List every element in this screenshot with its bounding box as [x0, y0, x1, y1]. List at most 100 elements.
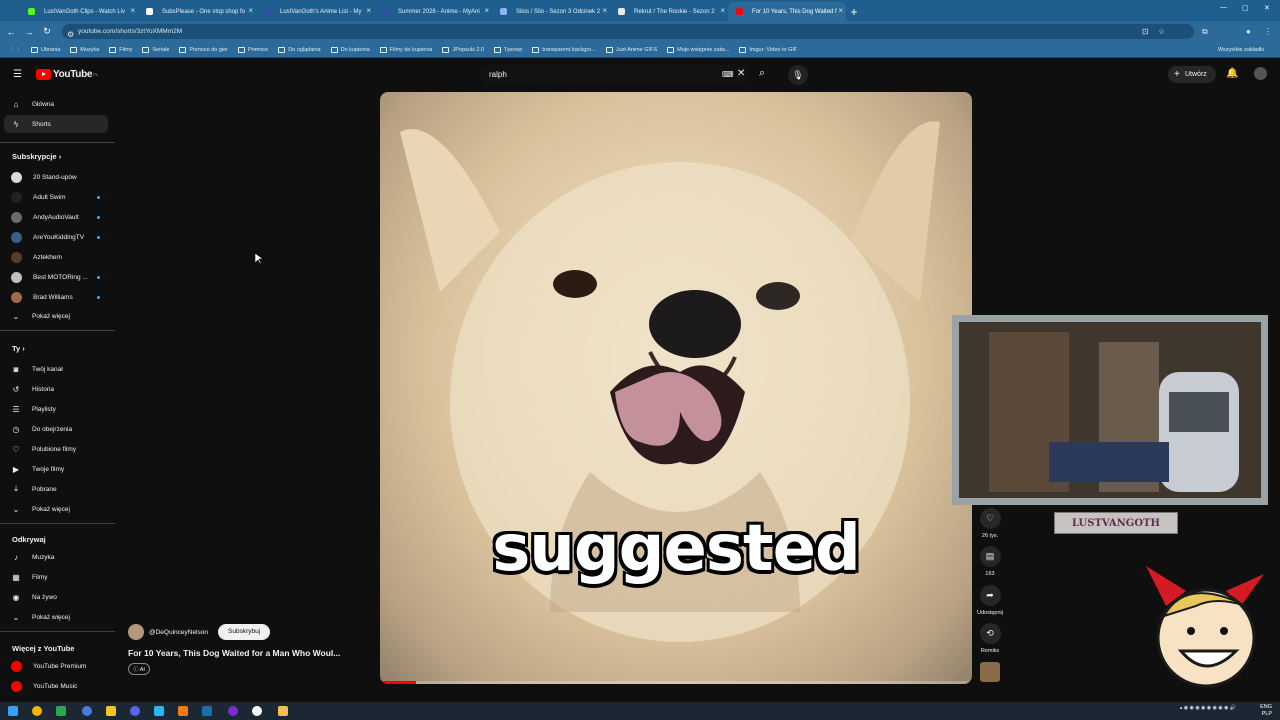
close-tab-icon[interactable]: × — [838, 6, 843, 15]
browser-tab[interactable]: Rekrut / The Rookie - Sezon 2 × — [610, 2, 728, 21]
sound-thumbnail[interactable] — [980, 662, 1000, 682]
all-bookmarks[interactable]: Wszystkie zakładki — [1218, 47, 1264, 53]
app-icon[interactable] — [228, 706, 238, 716]
bookmark-item[interactable]: Filmy do kupienia — [379, 46, 432, 53]
reload-icon[interactable]: ↻ — [40, 26, 54, 37]
app-icon[interactable] — [56, 706, 66, 716]
bookmark-item[interactable]: Do oglądania — [278, 46, 321, 53]
subscription-item[interactable]: AreYouKiddingTV — [4, 228, 108, 246]
profile-icon[interactable]: ● — [1246, 27, 1251, 36]
youtube-logo[interactable]: YouTube PL — [36, 69, 98, 80]
back-icon[interactable]: ← — [4, 27, 18, 37]
browser-tab[interactable]: Summer 2026 - Anime - MyAni × — [374, 2, 492, 21]
subscribe-button[interactable]: Subskrybuj — [218, 624, 271, 640]
close-tab-icon[interactable]: × — [366, 6, 371, 15]
show-more-button[interactable]: ⌄ Pokaż więcej — [4, 608, 108, 626]
channel-avatar[interactable] — [128, 624, 144, 640]
bookmark-item[interactable]: Just Anime GIFS — [605, 46, 657, 53]
app-icon[interactable] — [82, 706, 92, 716]
subscription-item[interactable]: Aztekhem — [4, 248, 108, 266]
subscription-item[interactable]: Best MOTORing ... — [4, 268, 108, 286]
subscription-item[interactable]: Adult Swim — [4, 188, 108, 206]
subscriptions-header[interactable]: Subskrypcje › — [12, 152, 61, 161]
youtube-app-item[interactable]: YouTube Music — [4, 677, 108, 695]
subscription-item[interactable]: 20 Stand-upów — [4, 168, 108, 186]
show-more-button[interactable]: ⌄ Pokaż więcej — [4, 500, 108, 518]
share-icon[interactable]: ➦ — [979, 585, 1001, 606]
youtube-app-item[interactable]: YouTube Premium — [4, 657, 108, 675]
comment-icon[interactable]: ▤ — [979, 546, 1001, 567]
sidebar-item[interactable]: ↺ Historia — [4, 380, 108, 398]
video-progress-bar[interactable] — [380, 681, 972, 684]
action-comment[interactable]: ▤ 163 — [977, 546, 1003, 577]
browser-tab[interactable]: For 10 Years, This Dog Waited f × — [728, 2, 846, 21]
sidebar-item[interactable]: ☰ Playlisty — [4, 400, 108, 418]
discord-icon[interactable] — [130, 706, 140, 716]
bookmark-item[interactable]: Imgur: Video to GIF — [739, 46, 797, 53]
account-avatar[interactable] — [1254, 67, 1267, 80]
system-tray[interactable]: ▴ ◉ ◉ ◉ ◉ ◉ ◉ ◉ ◉ 🔊 — [1180, 705, 1236, 711]
bookmark-item[interactable]: Filmy — [109, 46, 132, 53]
shorts-video-player[interactable]: suggested — [380, 92, 972, 684]
maximize-icon[interactable]: ▢ — [1242, 4, 1249, 12]
bookmark-star-icon[interactable]: ☆ — [1158, 27, 1165, 36]
bookmark-item[interactable]: Pomoce do gier — [179, 46, 228, 53]
sidebar-item[interactable]: ϟ Shorts — [4, 115, 108, 133]
you-header[interactable]: Ty › — [12, 344, 25, 353]
sidebar-item[interactable]: ♡ Polubione filmy — [4, 440, 108, 458]
bookmark-item[interactable]: transparent backgro... — [532, 46, 596, 53]
keyboard-icon[interactable]: ⌨ — [722, 70, 734, 79]
close-tab-icon[interactable]: × — [602, 6, 607, 15]
create-button[interactable]: + Utwórz — [1168, 66, 1216, 83]
subscription-item[interactable]: Brad Williams — [4, 288, 108, 306]
bookmark-item[interactable]: Seriale — [142, 46, 169, 53]
close-tab-icon[interactable]: × — [248, 6, 253, 15]
bookmark-item[interactable]: Ubrania — [31, 46, 60, 53]
close-tab-icon[interactable]: × — [720, 6, 725, 15]
start-icon[interactable] — [8, 706, 18, 716]
browser-tab[interactable]: LustVanGoth Clips - Watch Liv × — [20, 2, 138, 21]
notifications-bell-icon[interactable]: 🔔 — [1226, 68, 1238, 79]
sidebar-item[interactable]: ♪ Muzyka — [4, 548, 108, 566]
app-icon[interactable] — [154, 706, 164, 716]
steam-icon[interactable] — [202, 706, 212, 716]
browser-tab[interactable]: LustVanGoth's Anime List - My × — [256, 2, 374, 21]
sidebar-item[interactable]: ▶ Twoje filmy — [4, 460, 108, 478]
folder-icon[interactable] — [278, 706, 288, 716]
close-tab-icon[interactable]: × — [484, 6, 489, 15]
sidebar-item[interactable]: ▦ Filmy — [4, 568, 108, 586]
site-info-icon[interactable]: ⚙ — [67, 27, 74, 42]
chrome-icon[interactable] — [32, 706, 42, 716]
short-title[interactable]: For 10 Years, This Dog Waited for a Man … — [128, 648, 368, 658]
action-remix[interactable]: ⟲ Remiks — [977, 623, 1003, 654]
obs-icon[interactable] — [252, 706, 262, 716]
ai-badge[interactable]: ⓘ AI — [128, 663, 150, 675]
bookmark-item[interactable]: Muzyka — [70, 46, 99, 53]
microphone-icon[interactable]: 🎙 — [788, 65, 808, 85]
input-language[interactable]: ENG PLP — [1260, 704, 1272, 718]
new-tab-button[interactable]: + — [846, 2, 862, 21]
remix-icon[interactable]: ⟲ — [979, 623, 1001, 644]
channel-name[interactable]: @DeQuinceyNelson — [149, 629, 208, 636]
sidebar-item[interactable]: ⤓ Pobrane — [4, 480, 108, 498]
bookmark-item[interactable]: Tpexep — [493, 46, 522, 53]
sidebar-item[interactable]: ◙ Twój kanał — [4, 360, 108, 378]
bookmark-item[interactable]: Pomoce — [238, 46, 268, 53]
close-tab-icon[interactable]: × — [130, 6, 135, 15]
extensions-icon[interactable]: ⧉ — [1202, 27, 1208, 37]
install-icon[interactable]: ⊡ — [1142, 27, 1149, 36]
vlc-icon[interactable] — [178, 706, 188, 716]
sidebar-item[interactable]: ◷ Do obejrzenia — [4, 420, 108, 438]
bookmark-item[interactable]: Moje wstępnie zatw... — [667, 46, 729, 53]
action-share[interactable]: ➦ Udostępnij — [977, 585, 1003, 616]
url-field[interactable]: ⚙ youtube.com/shorts/3ztYoXMMm2M — [62, 24, 1194, 39]
action-like[interactable]: ♡ 26 tys. — [977, 508, 1003, 539]
minimize-icon[interactable]: — — [1220, 4, 1227, 11]
clear-search-icon[interactable]: ✕ — [737, 68, 745, 79]
apps-grid-icon[interactable]: ⋮⋮ — [10, 47, 21, 53]
sidebar-item[interactable]: ⌂ Główna — [4, 95, 108, 113]
bookmark-item[interactable]: JPopsuki 2.0 — [442, 46, 484, 53]
sidebar-item[interactable]: ◉ Na żywo — [4, 588, 108, 606]
close-window-icon[interactable]: ✕ — [1264, 4, 1270, 12]
browser-tab[interactable]: Silos / Silo - Sezon 3 Odcinek 2 × — [492, 2, 610, 21]
